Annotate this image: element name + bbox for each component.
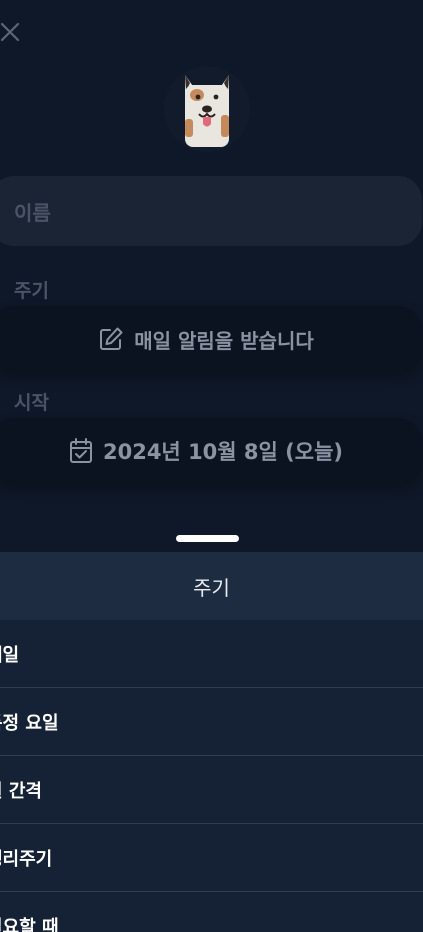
option-label: 특정 요일 — [0, 712, 59, 734]
cycle-value: 매일 알림을 받습니다 — [134, 328, 314, 353]
option-daily[interactable]: 매일 — [0, 620, 423, 688]
option-as-needed[interactable]: 필요할 때 — [0, 892, 423, 932]
close-button[interactable] — [0, 14, 28, 50]
calendar-check-icon — [69, 438, 92, 463]
cycle-label: 주기 — [14, 280, 49, 302]
cycle-bottom-sheet: 주기 매일 특정 요일 일 간격 생리주기 필요할 때 — [0, 552, 423, 932]
cycle-button[interactable]: 매일 알림을 받습니다 — [0, 306, 422, 372]
option-day-interval[interactable]: 일 간격 — [0, 756, 423, 824]
name-placeholder: 이름 — [14, 200, 51, 225]
start-date-button[interactable]: 2024년 10월 8일 (오늘) — [0, 418, 422, 484]
start-label: 시작 — [14, 392, 49, 414]
option-menstrual-cycle[interactable]: 생리주기 — [0, 824, 423, 892]
option-label: 필요할 때 — [0, 916, 59, 932]
sheet-header: 주기 — [0, 552, 423, 620]
dog-avatar[interactable] — [164, 66, 250, 152]
dog-icon — [185, 75, 229, 147]
option-label: 매일 — [0, 644, 20, 666]
option-label: 생리주기 — [0, 848, 53, 870]
add-reminder-screen: 이름 주기 매일 알림을 받습니다 시작 2024년 10월 8일 (오늘) 주… — [0, 0, 423, 932]
edit-icon — [100, 327, 123, 350]
name-field[interactable]: 이름 — [0, 176, 422, 246]
start-date-value: 2024년 10월 8일 (오늘) — [102, 440, 343, 464]
sheet-drag-handle[interactable] — [176, 535, 239, 542]
sheet-title: 주기 — [193, 575, 230, 600]
option-label: 일 간격 — [0, 780, 42, 802]
close-icon — [0, 22, 20, 42]
option-specific-days[interactable]: 특정 요일 — [0, 688, 423, 756]
